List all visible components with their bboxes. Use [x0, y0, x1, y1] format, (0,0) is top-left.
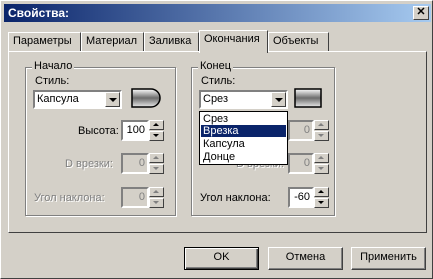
cancel-button[interactable]: Отмена	[268, 247, 343, 270]
start-angle-value: 0	[138, 191, 145, 203]
close-icon: ✕	[416, 6, 426, 18]
end-style-value: Срез	[203, 93, 228, 105]
dropdown-option[interactable]: Донце	[201, 151, 286, 163]
chevron-down-icon	[109, 98, 117, 102]
end-style-dropdown-list: Срез Врезка Капсула Донце	[199, 111, 288, 165]
end-group-legend: Конец	[198, 60, 234, 72]
start-shape-preview	[131, 81, 167, 115]
start-depth-field[interactable]: 0	[121, 153, 149, 174]
properties-dialog: Свойства: ✕ Параметры Материал Заливка О…	[0, 0, 433, 279]
start-style-dropdown-button[interactable]	[105, 92, 120, 107]
start-height-field[interactable]: 100	[121, 120, 149, 141]
end-depth-field[interactable]: 0	[288, 153, 314, 174]
spin-up-button[interactable]	[314, 120, 329, 130]
start-style-label: Стиль:	[35, 75, 70, 87]
arrow-down-icon	[153, 167, 159, 170]
start-angle-field[interactable]: 0	[121, 187, 149, 208]
end-angle-field[interactable]: -60	[288, 187, 314, 208]
start-height-spinner[interactable]	[149, 120, 164, 141]
end-angle-value: -60	[294, 191, 310, 203]
arrow-up-icon	[153, 190, 159, 193]
arrow-down-icon	[153, 201, 159, 204]
window-title: Свойства:	[8, 6, 70, 20]
spin-up-button[interactable]	[314, 153, 329, 163]
end-style-dropdown-button[interactable]	[271, 92, 286, 107]
start-depth-label: D врезки:	[65, 158, 113, 170]
close-button[interactable]: ✕	[413, 6, 429, 20]
end-height-field[interactable]: 0	[288, 120, 314, 141]
ok-button[interactable]: OK	[184, 247, 259, 270]
end-style-label: Стиль:	[201, 75, 236, 87]
arrow-down-icon	[153, 134, 159, 137]
tab-endings[interactable]: Окончания	[199, 30, 268, 53]
spin-up-button[interactable]	[149, 120, 164, 130]
tab-label: Окончания	[204, 33, 260, 45]
tab-objects[interactable]: Объекты	[268, 32, 329, 52]
start-height-value: 100	[126, 124, 145, 136]
dropdown-option-highlighted[interactable]: Врезка	[201, 125, 286, 137]
end-angle-label: Угол наклона:	[200, 192, 271, 204]
spin-up-button[interactable]	[149, 153, 164, 163]
tab-fill[interactable]: Заливка	[144, 32, 199, 52]
end-shape-preview	[294, 81, 324, 115]
title-bar[interactable]: Свойства: ✕	[4, 4, 431, 22]
spin-up-button[interactable]	[149, 187, 164, 197]
chevron-down-icon	[275, 98, 283, 102]
spin-up-button[interactable]	[314, 187, 329, 197]
arrow-up-icon	[318, 156, 324, 159]
arrow-down-icon	[318, 201, 324, 204]
arrow-up-icon	[153, 123, 159, 126]
arrow-up-icon	[318, 190, 324, 193]
dropdown-option[interactable]: Срез	[201, 113, 286, 125]
end-angle-spinner[interactable]	[314, 187, 329, 208]
tab-label: Объекты	[273, 35, 319, 47]
start-depth-spinner[interactable]	[149, 153, 164, 174]
end-depth-spinner[interactable]	[314, 153, 329, 174]
end-depth-value: 0	[303, 157, 310, 169]
spin-down-button[interactable]	[149, 131, 164, 141]
arrow-up-icon	[153, 156, 159, 159]
start-group-legend: Начало	[32, 60, 75, 72]
start-height-label: Высота:	[78, 125, 119, 137]
end-height-spinner[interactable]	[314, 120, 329, 141]
tab-label: Заливка	[149, 35, 192, 47]
spin-down-button[interactable]	[149, 164, 164, 174]
arrow-up-icon	[318, 123, 324, 126]
end-style-select[interactable]: Срез	[199, 90, 288, 109]
spin-down-button[interactable]	[314, 131, 329, 141]
start-style-select[interactable]: Капсула	[33, 90, 122, 109]
tab-label: Материал	[86, 35, 137, 47]
arrow-down-icon	[318, 134, 324, 137]
end-height-value: 0	[303, 124, 310, 136]
apply-button[interactable]: Применить	[351, 247, 426, 270]
start-depth-value: 0	[138, 157, 145, 169]
start-angle-spinner[interactable]	[149, 187, 164, 208]
spin-down-button[interactable]	[149, 198, 164, 208]
tab-parameters[interactable]: Параметры	[8, 32, 81, 52]
start-style-value: Капсула	[37, 93, 79, 105]
start-angle-label: Угол наклона:	[34, 192, 105, 204]
cut-preview-icon	[294, 88, 322, 108]
spin-down-button[interactable]	[314, 198, 329, 208]
tab-label: Параметры	[13, 35, 72, 47]
dropdown-option[interactable]: Капсула	[201, 138, 286, 150]
arrow-down-icon	[318, 167, 324, 170]
spin-down-button[interactable]	[314, 164, 329, 174]
capsule-preview-icon	[131, 88, 161, 108]
tab-material[interactable]: Материал	[81, 32, 144, 52]
